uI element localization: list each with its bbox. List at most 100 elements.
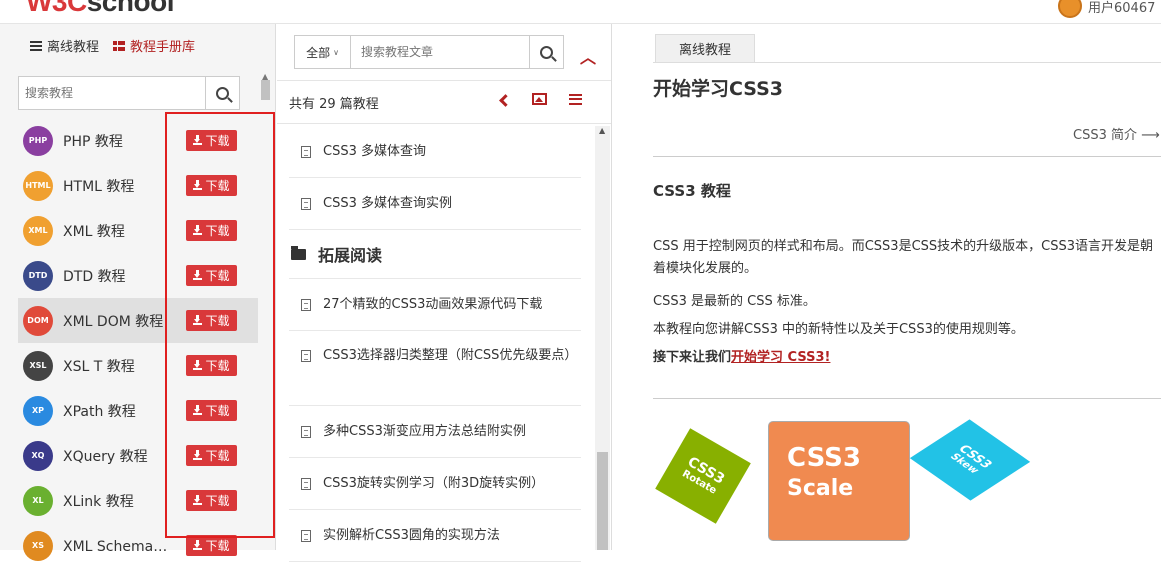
course-item[interactable]: XS XML Schema 教程 下载 (18, 523, 258, 568)
article-toolbar: 共有 29 篇教程 (277, 80, 611, 124)
course-item[interactable]: DTD DTD 教程 下载 (18, 253, 258, 298)
article-item[interactable]: 27个精致的CSS3动画效果源代码下载 (289, 279, 581, 331)
article-title[interactable]: 多种CSS3渐变应用方法总结附实例 (323, 419, 526, 445)
course-item[interactable]: HTML HTML 教程 下载 (18, 163, 258, 208)
article-search-box: 全部 ∨ (294, 35, 564, 69)
course-name[interactable]: XML DOM 教程 (63, 311, 168, 331)
paragraph: 本教程向您讲解CSS3 中的新特性以及关于CSS3的使用规则等。 (653, 322, 1024, 337)
scroll-up-icon[interactable]: ▲ (599, 126, 605, 135)
skew-square: CSS3 Skew (909, 419, 1031, 501)
course-item[interactable]: XML XML 教程 下载 (18, 208, 258, 253)
article-item[interactable]: 多种CSS3渐变应用方法总结附实例 (289, 406, 581, 458)
sidebar-scrollbar[interactable]: ▲ (259, 72, 271, 550)
content-body: CSS 用于控制网页的样式和布局。而CSS3是CSS技术的升级版本，CSS3语言… (653, 236, 1161, 372)
start-learning-link[interactable]: 开始学习 CSS3! (731, 350, 830, 365)
download-icon (193, 270, 203, 280)
article-title[interactable]: CSS3旋转实例学习（附3D旋转实例） (323, 471, 544, 497)
course-logo-icon: XP (23, 395, 53, 426)
course-item[interactable]: XP XPath 教程 下载 (18, 388, 258, 433)
article-title[interactable]: CSS3选择器归类整理（附CSS优先级要点） (323, 343, 577, 369)
article-search-button[interactable] (529, 36, 563, 68)
course-item[interactable]: XL XLink 教程 下载 (18, 478, 258, 523)
tab-manual-library[interactable]: 教程手册库 (113, 36, 195, 55)
download-button[interactable]: 下载 (186, 310, 237, 331)
article-title[interactable]: 实例解析CSS3圆角的实现方法 (323, 523, 500, 549)
tab-offline-tutorials[interactable]: 离线教程 (30, 36, 99, 55)
back-chevron-left-icon[interactable] (499, 93, 512, 107)
course-name[interactable]: XQuery 教程 (63, 446, 168, 466)
css3-transform-illustration: CSS3 Rotate CSS3 Scale CSS3 Skew (653, 398, 1161, 550)
course-item[interactable]: XQ XQuery 教程 下载 (18, 433, 258, 478)
course-name[interactable]: XPath 教程 (63, 401, 168, 421)
download-icon (193, 360, 203, 370)
article-title[interactable]: CSS3 多媒体查询实例 (323, 191, 452, 217)
article-title[interactable]: 27个精致的CSS3动画效果源代码下载 (323, 292, 542, 318)
category-select[interactable]: 全部 ∨ (295, 36, 351, 68)
tab-offline-tutorial[interactable]: 离线教程 (655, 34, 755, 62)
section-heading: CSS3 教程 (653, 182, 731, 200)
scrollbar-thumb[interactable] (261, 80, 270, 100)
next-chapter-link[interactable]: CSS3 简介 ⟶ (1073, 124, 1160, 143)
list-icon (30, 40, 42, 51)
folder-open-icon (291, 245, 306, 260)
download-label: 下载 (205, 449, 230, 463)
image-icon[interactable] (532, 93, 547, 105)
article-item[interactable]: 实例解析CSS3圆角的实现方法 (289, 510, 581, 562)
paragraph: 接下来让我们开始学习 CSS3! (653, 344, 1161, 372)
course-name[interactable]: XSL T 教程 (63, 356, 168, 376)
download-button[interactable]: 下载 (186, 400, 237, 421)
rotate-square: CSS3 Rotate (655, 428, 751, 524)
course-logo-icon: XS (23, 530, 53, 561)
site-logo[interactable]: W3Cschool (26, 0, 174, 18)
paragraph: CSS3 是最新的 CSS 标准。 (653, 294, 816, 309)
user-menu[interactable]: 用户60467 (1058, 0, 1155, 18)
course-item[interactable]: DOM XML DOM 教程 下载 (18, 298, 258, 343)
download-button[interactable]: 下载 (186, 265, 237, 286)
tutorial-content: 离线教程 开始学习CSS3 CSS3 简介 ⟶ CSS3 教程 CSS 用于控制… (613, 24, 1161, 550)
article-search-input[interactable] (351, 36, 529, 68)
download-button[interactable]: 下载 (186, 355, 237, 376)
course-search-input[interactable] (19, 77, 205, 109)
download-button[interactable]: 下载 (186, 130, 237, 151)
article-title[interactable]: CSS3 多媒体查询 (323, 139, 426, 165)
course-item[interactable]: XSL XSL T 教程 下载 (18, 343, 258, 388)
article-item[interactable]: CSS3 多媒体查询实例 (289, 178, 581, 230)
article-item[interactable]: CSS3 多媒体查询 (289, 126, 581, 178)
download-icon (193, 405, 203, 415)
download-button[interactable]: 下载 (186, 445, 237, 466)
paragraph: CSS 用于控制网页的样式和布局。而CSS3是CSS技术的升级版本，CSS3语言… (653, 239, 1153, 276)
course-logo-icon: HTML (23, 170, 53, 201)
course-name[interactable]: HTML 教程 (63, 176, 168, 196)
category-select-value: 全部 (306, 45, 331, 60)
article-scrollbar[interactable]: ▲ (595, 126, 610, 550)
download-button[interactable]: 下载 (186, 535, 237, 556)
download-label: 下载 (205, 224, 230, 238)
course-search-button[interactable] (205, 77, 239, 109)
download-button[interactable]: 下载 (186, 220, 237, 241)
course-name[interactable]: DTD 教程 (63, 266, 168, 286)
download-icon (193, 495, 203, 505)
course-name[interactable]: XML Schema 教程 (63, 536, 168, 556)
document-icon (301, 146, 311, 158)
tab-label: 离线教程 (47, 40, 100, 55)
download-button[interactable]: 下载 (186, 175, 237, 196)
scale-square: CSS3 Scale (768, 421, 910, 541)
menu-icon[interactable] (569, 93, 582, 105)
top-header: W3Cschool 用户60467 (0, 0, 1161, 24)
search-icon (540, 45, 553, 59)
course-item[interactable]: PHP PHP 教程 下载 (18, 118, 258, 163)
course-name[interactable]: PHP 教程 (63, 131, 168, 151)
scrollbar-thumb[interactable] (597, 452, 608, 550)
collapse-chevron-up-icon[interactable]: ︿ (580, 44, 596, 68)
logo-w3c-text: W3C (26, 0, 87, 17)
download-button[interactable]: 下载 (186, 490, 237, 511)
divider (653, 62, 1161, 63)
article-item[interactable]: CSS3选择器归类整理（附CSS优先级要点） (289, 331, 581, 406)
download-icon (193, 540, 203, 550)
course-name[interactable]: XML 教程 (63, 221, 168, 241)
download-icon (193, 135, 203, 145)
course-name[interactable]: XLink 教程 (63, 491, 168, 511)
course-logo-icon: PHP (23, 125, 53, 156)
sidebar-tabs: 离线教程 教程手册库 (30, 36, 195, 55)
article-item[interactable]: CSS3旋转实例学习（附3D旋转实例） (289, 458, 581, 510)
